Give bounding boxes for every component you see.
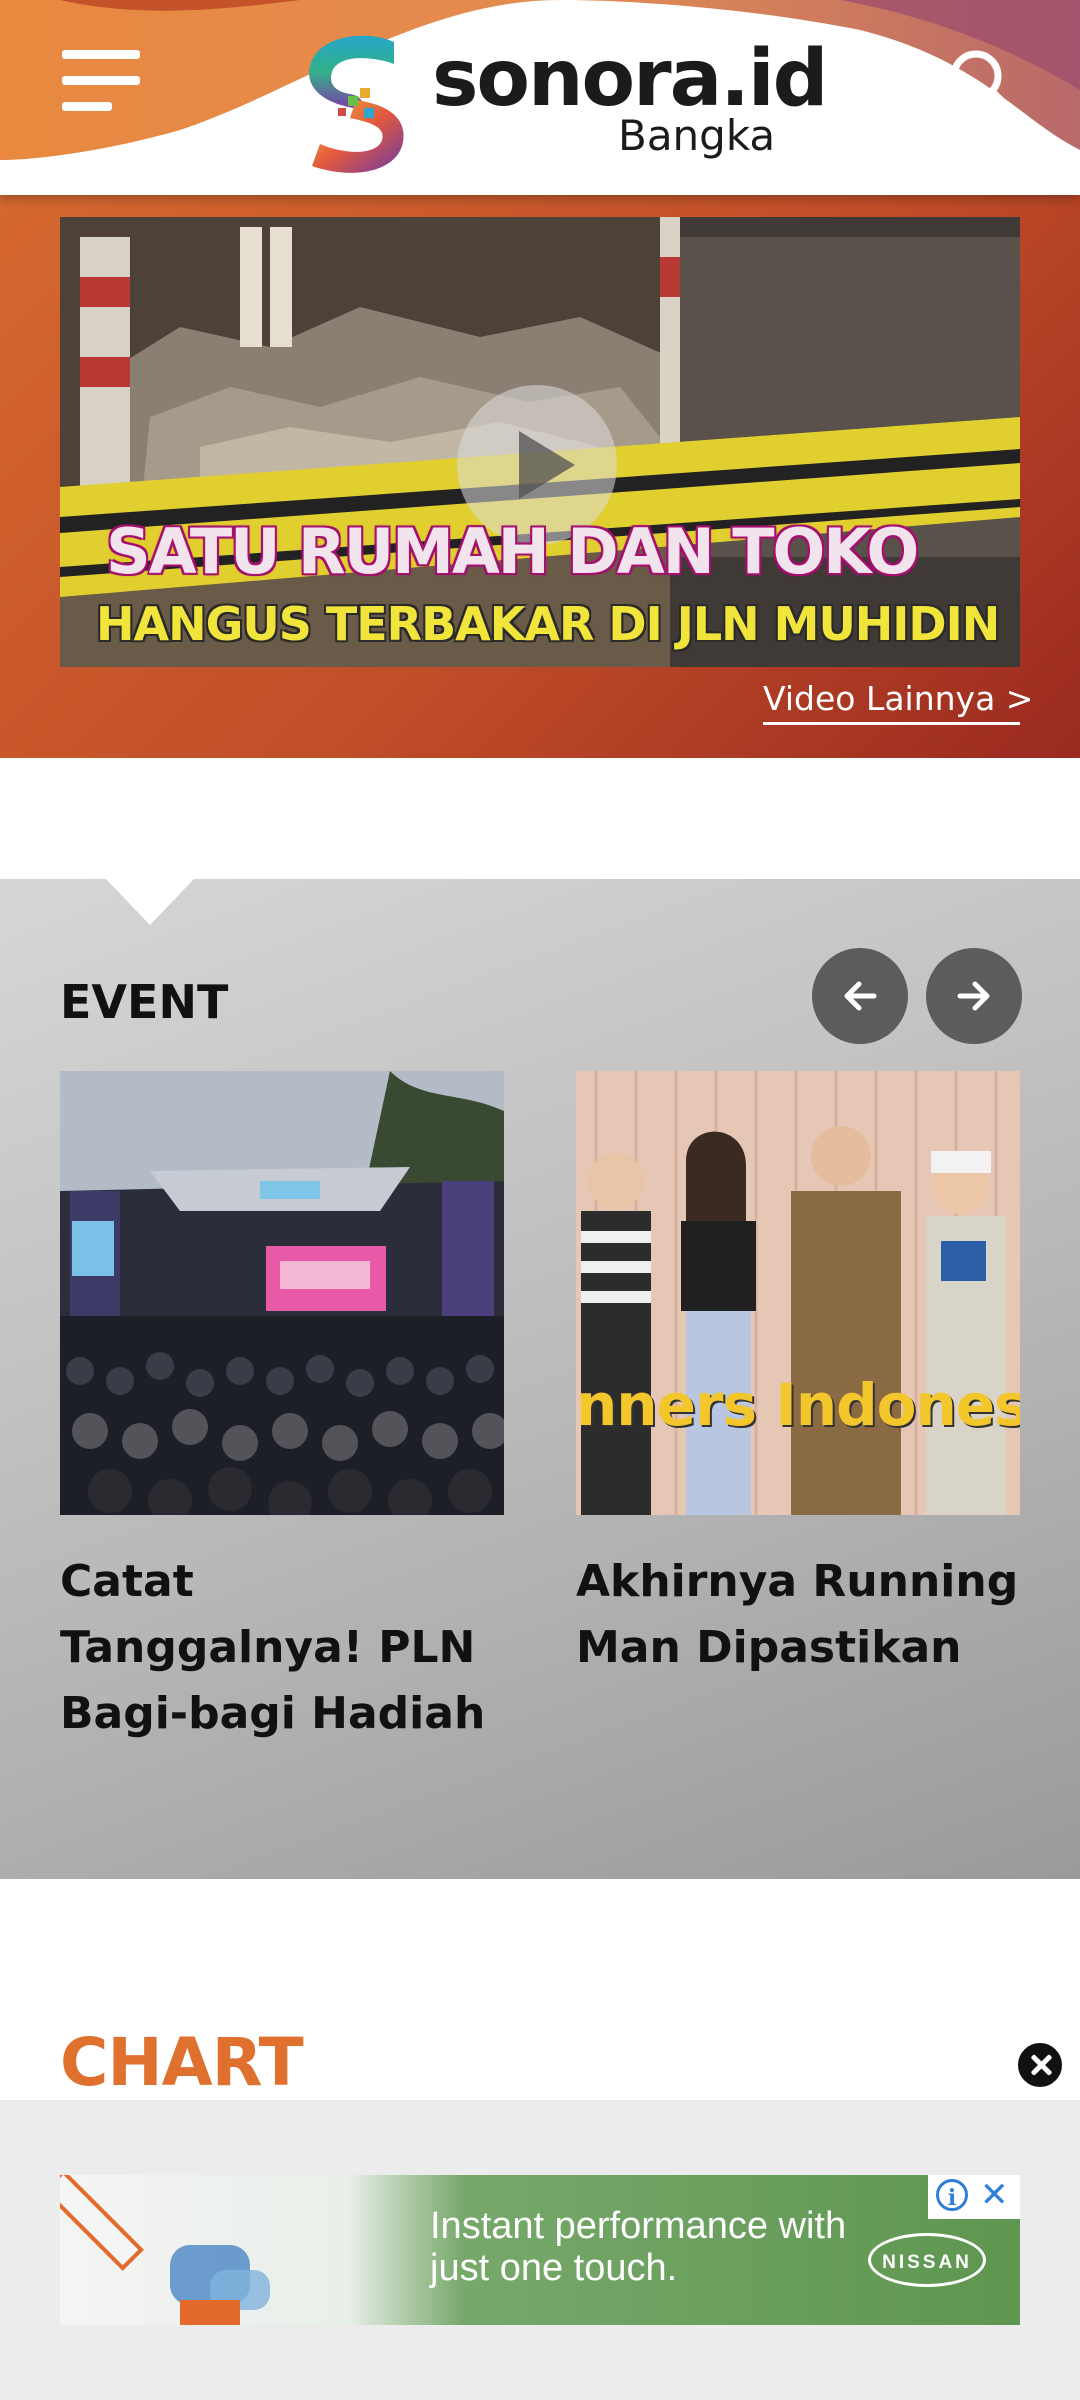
event-card[interactable]: Catat Tanggalnya! PLN Bagi-bagi Hadiah [60,1071,504,1747]
concert-stage-image [60,1071,504,1515]
event-card-title[interactable]: Akhirnya Running Man Dipastikan [576,1549,1020,1681]
arrow-left-icon [844,981,877,1011]
sonora-logo-icon [309,35,404,173]
event-card-title[interactable]: Catat Tanggalnya! PLN Bagi-bagi Hadiah [60,1549,504,1747]
ad-illustration [60,2175,270,2325]
ad-text[interactable]: Instant performance with just one touch. [430,2205,850,2289]
info-icon[interactable]: i [936,2179,968,2211]
event-section: EVENT Catat Tanggalnya! PLN Bagi-bagi Ha… [0,879,1080,1879]
ad-choices[interactable]: i ✕ [928,2175,1020,2219]
video-headline-line1: SATU RUMAH DAN TOKO [106,515,919,588]
carousel-next-button[interactable] [926,948,1022,1044]
ad-banner[interactable]: Instant performance with just one touch.… [60,2175,1020,2325]
carousel-prev-button[interactable] [812,948,908,1044]
arrow-right-icon [957,981,990,1011]
event-card[interactable]: nners Indones Akhirnya Running Man Dipas… [576,1071,1020,1681]
brand-name[interactable]: sonora.id [432,40,828,118]
ad-container: Instant performance with just one touch.… [0,2100,1080,2400]
search-icon[interactable] [946,46,1016,116]
chart-section-heading: CHART [60,2024,304,2101]
event-card-image[interactable] [60,1071,504,1515]
site-header: sonora.id Bangka [0,0,1080,195]
video-more-link[interactable]: Video Lainnya > [763,679,1033,725]
ad-brand-logo: NISSAN [868,2233,986,2287]
video-section: SATU RUMAH DAN TOKO HANGUS TERBAKAR DI J… [0,195,1080,758]
event-card-image[interactable]: nners Indones [576,1071,1020,1515]
running-man-cast-image [576,1071,1020,1515]
brand-region: Bangka [618,111,776,160]
section-notch [106,879,194,925]
close-icon[interactable] [1015,2040,1065,2090]
video-headline-line2: HANGUS TERBAKAR DI JLN MUHIDIN [96,597,1000,651]
event-card-image-caption: nners Indones [576,1371,1020,1439]
menu-button[interactable] [62,50,142,112]
event-heading: EVENT [60,975,229,1029]
ad-close-icon[interactable]: ✕ [980,2177,1009,2213]
video-thumbnail[interactable]: SATU RUMAH DAN TOKO HANGUS TERBAKAR DI J… [60,217,1020,667]
